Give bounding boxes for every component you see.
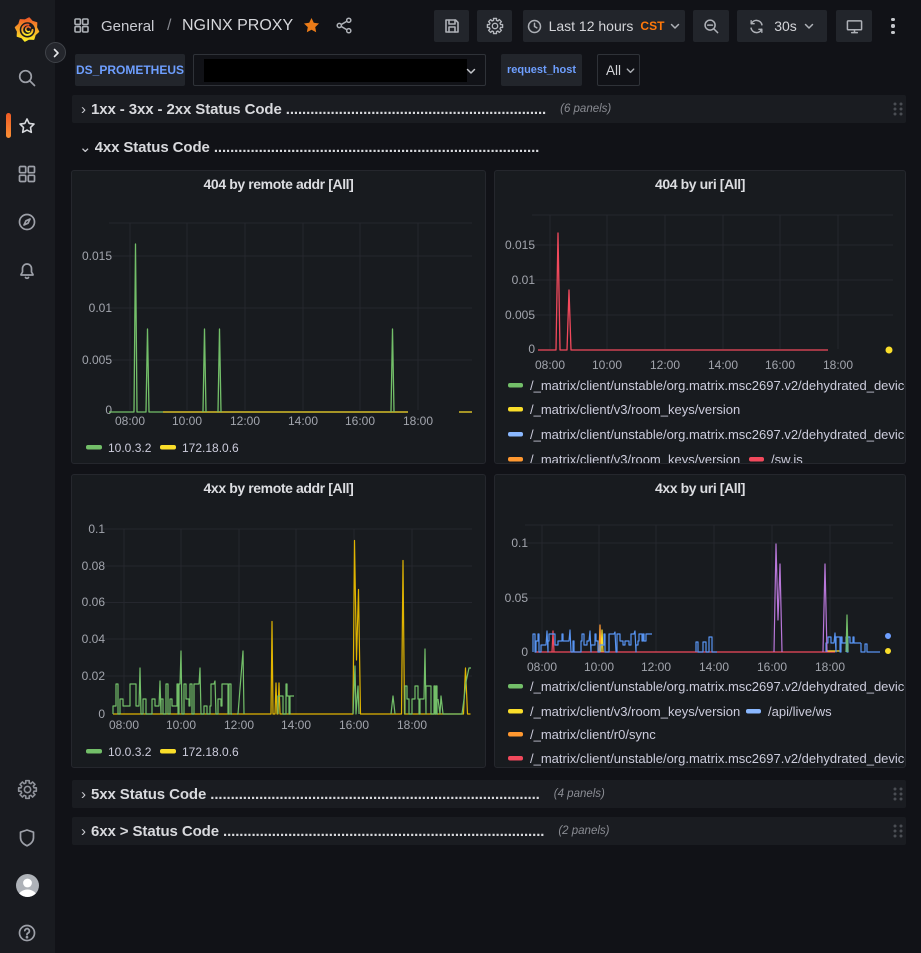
svg-text:0.005: 0.005: [505, 308, 535, 322]
svg-text:0.05: 0.05: [505, 591, 529, 605]
svg-text:10:00: 10:00: [584, 660, 614, 674]
svg-text:0: 0: [528, 342, 535, 356]
svg-text:14:00: 14:00: [708, 358, 738, 372]
svg-text:0.015: 0.015: [82, 249, 112, 263]
svg-text:/_matrix/client/unstable/org.m: /_matrix/client/unstable/org.matrix.msc2…: [530, 679, 906, 694]
svg-text:14:00: 14:00: [699, 660, 729, 674]
svg-text:18:00: 18:00: [403, 414, 433, 428]
svg-text:/api/live/ws: /api/live/ws: [768, 704, 832, 719]
svg-text:0.015: 0.015: [505, 238, 535, 252]
svg-text:12:00: 12:00: [641, 660, 671, 674]
svg-text:0.01: 0.01: [512, 273, 536, 287]
svg-text:/sw.js: /sw.js: [771, 452, 803, 464]
svg-text:172.18.0.6: 172.18.0.6: [182, 745, 239, 759]
svg-text:/_matrix/client/unstable/org.m: /_matrix/client/unstable/org.matrix.msc2…: [530, 751, 906, 766]
svg-text:14:00: 14:00: [288, 414, 318, 428]
svg-text:0.06: 0.06: [82, 595, 106, 609]
svg-text:/_matrix/client/r0/sync: /_matrix/client/r0/sync: [530, 727, 656, 742]
svg-text:18:00: 18:00: [823, 358, 853, 372]
svg-text:0: 0: [521, 645, 528, 659]
svg-text:0.08: 0.08: [82, 559, 106, 573]
svg-text:18:00: 18:00: [397, 718, 427, 732]
svg-text:14:00: 14:00: [281, 718, 311, 732]
svg-text:/_matrix/client/unstable/org.m: /_matrix/client/unstable/org.matrix.msc2…: [530, 378, 906, 393]
svg-text:0: 0: [98, 707, 105, 721]
svg-text:0.1: 0.1: [88, 522, 105, 536]
svg-text:0.005: 0.005: [82, 353, 112, 367]
svg-text:16:00: 16:00: [757, 660, 787, 674]
svg-text:/_matrix/client/v3/room_keys/v: /_matrix/client/v3/room_keys/version: [530, 402, 740, 417]
svg-text:10:00: 10:00: [172, 414, 202, 428]
svg-text:08:00: 08:00: [109, 718, 139, 732]
svg-text:08:00: 08:00: [115, 414, 145, 428]
svg-text:/_matrix/client/v3/room_keys/v: /_matrix/client/v3/room_keys/version: [530, 452, 740, 464]
svg-text:12:00: 12:00: [650, 358, 680, 372]
svg-text:/_matrix/client/unstable/org.m: /_matrix/client/unstable/org.matrix.msc2…: [530, 427, 906, 442]
svg-text:10:00: 10:00: [166, 718, 196, 732]
svg-text:16:00: 16:00: [345, 414, 375, 428]
svg-text:12:00: 12:00: [224, 718, 254, 732]
svg-text:08:00: 08:00: [535, 358, 565, 372]
svg-text:0.01: 0.01: [89, 301, 113, 315]
svg-text:10.0.3.2: 10.0.3.2: [108, 441, 152, 455]
svg-text:0.02: 0.02: [82, 669, 106, 683]
svg-text:12:00: 12:00: [230, 414, 260, 428]
svg-text:10.0.3.2: 10.0.3.2: [108, 745, 152, 759]
svg-text:0.04: 0.04: [82, 632, 106, 646]
svg-text:0: 0: [105, 403, 112, 417]
svg-text:08:00: 08:00: [527, 660, 557, 674]
svg-text:16:00: 16:00: [765, 358, 795, 372]
svg-text:10:00: 10:00: [592, 358, 622, 372]
svg-text:0.1: 0.1: [511, 536, 528, 550]
svg-text:18:00: 18:00: [815, 660, 845, 674]
svg-text:172.18.0.6: 172.18.0.6: [182, 441, 239, 455]
svg-text:/_matrix/client/v3/room_keys/v: /_matrix/client/v3/room_keys/version: [530, 704, 740, 719]
svg-text:16:00: 16:00: [339, 718, 369, 732]
